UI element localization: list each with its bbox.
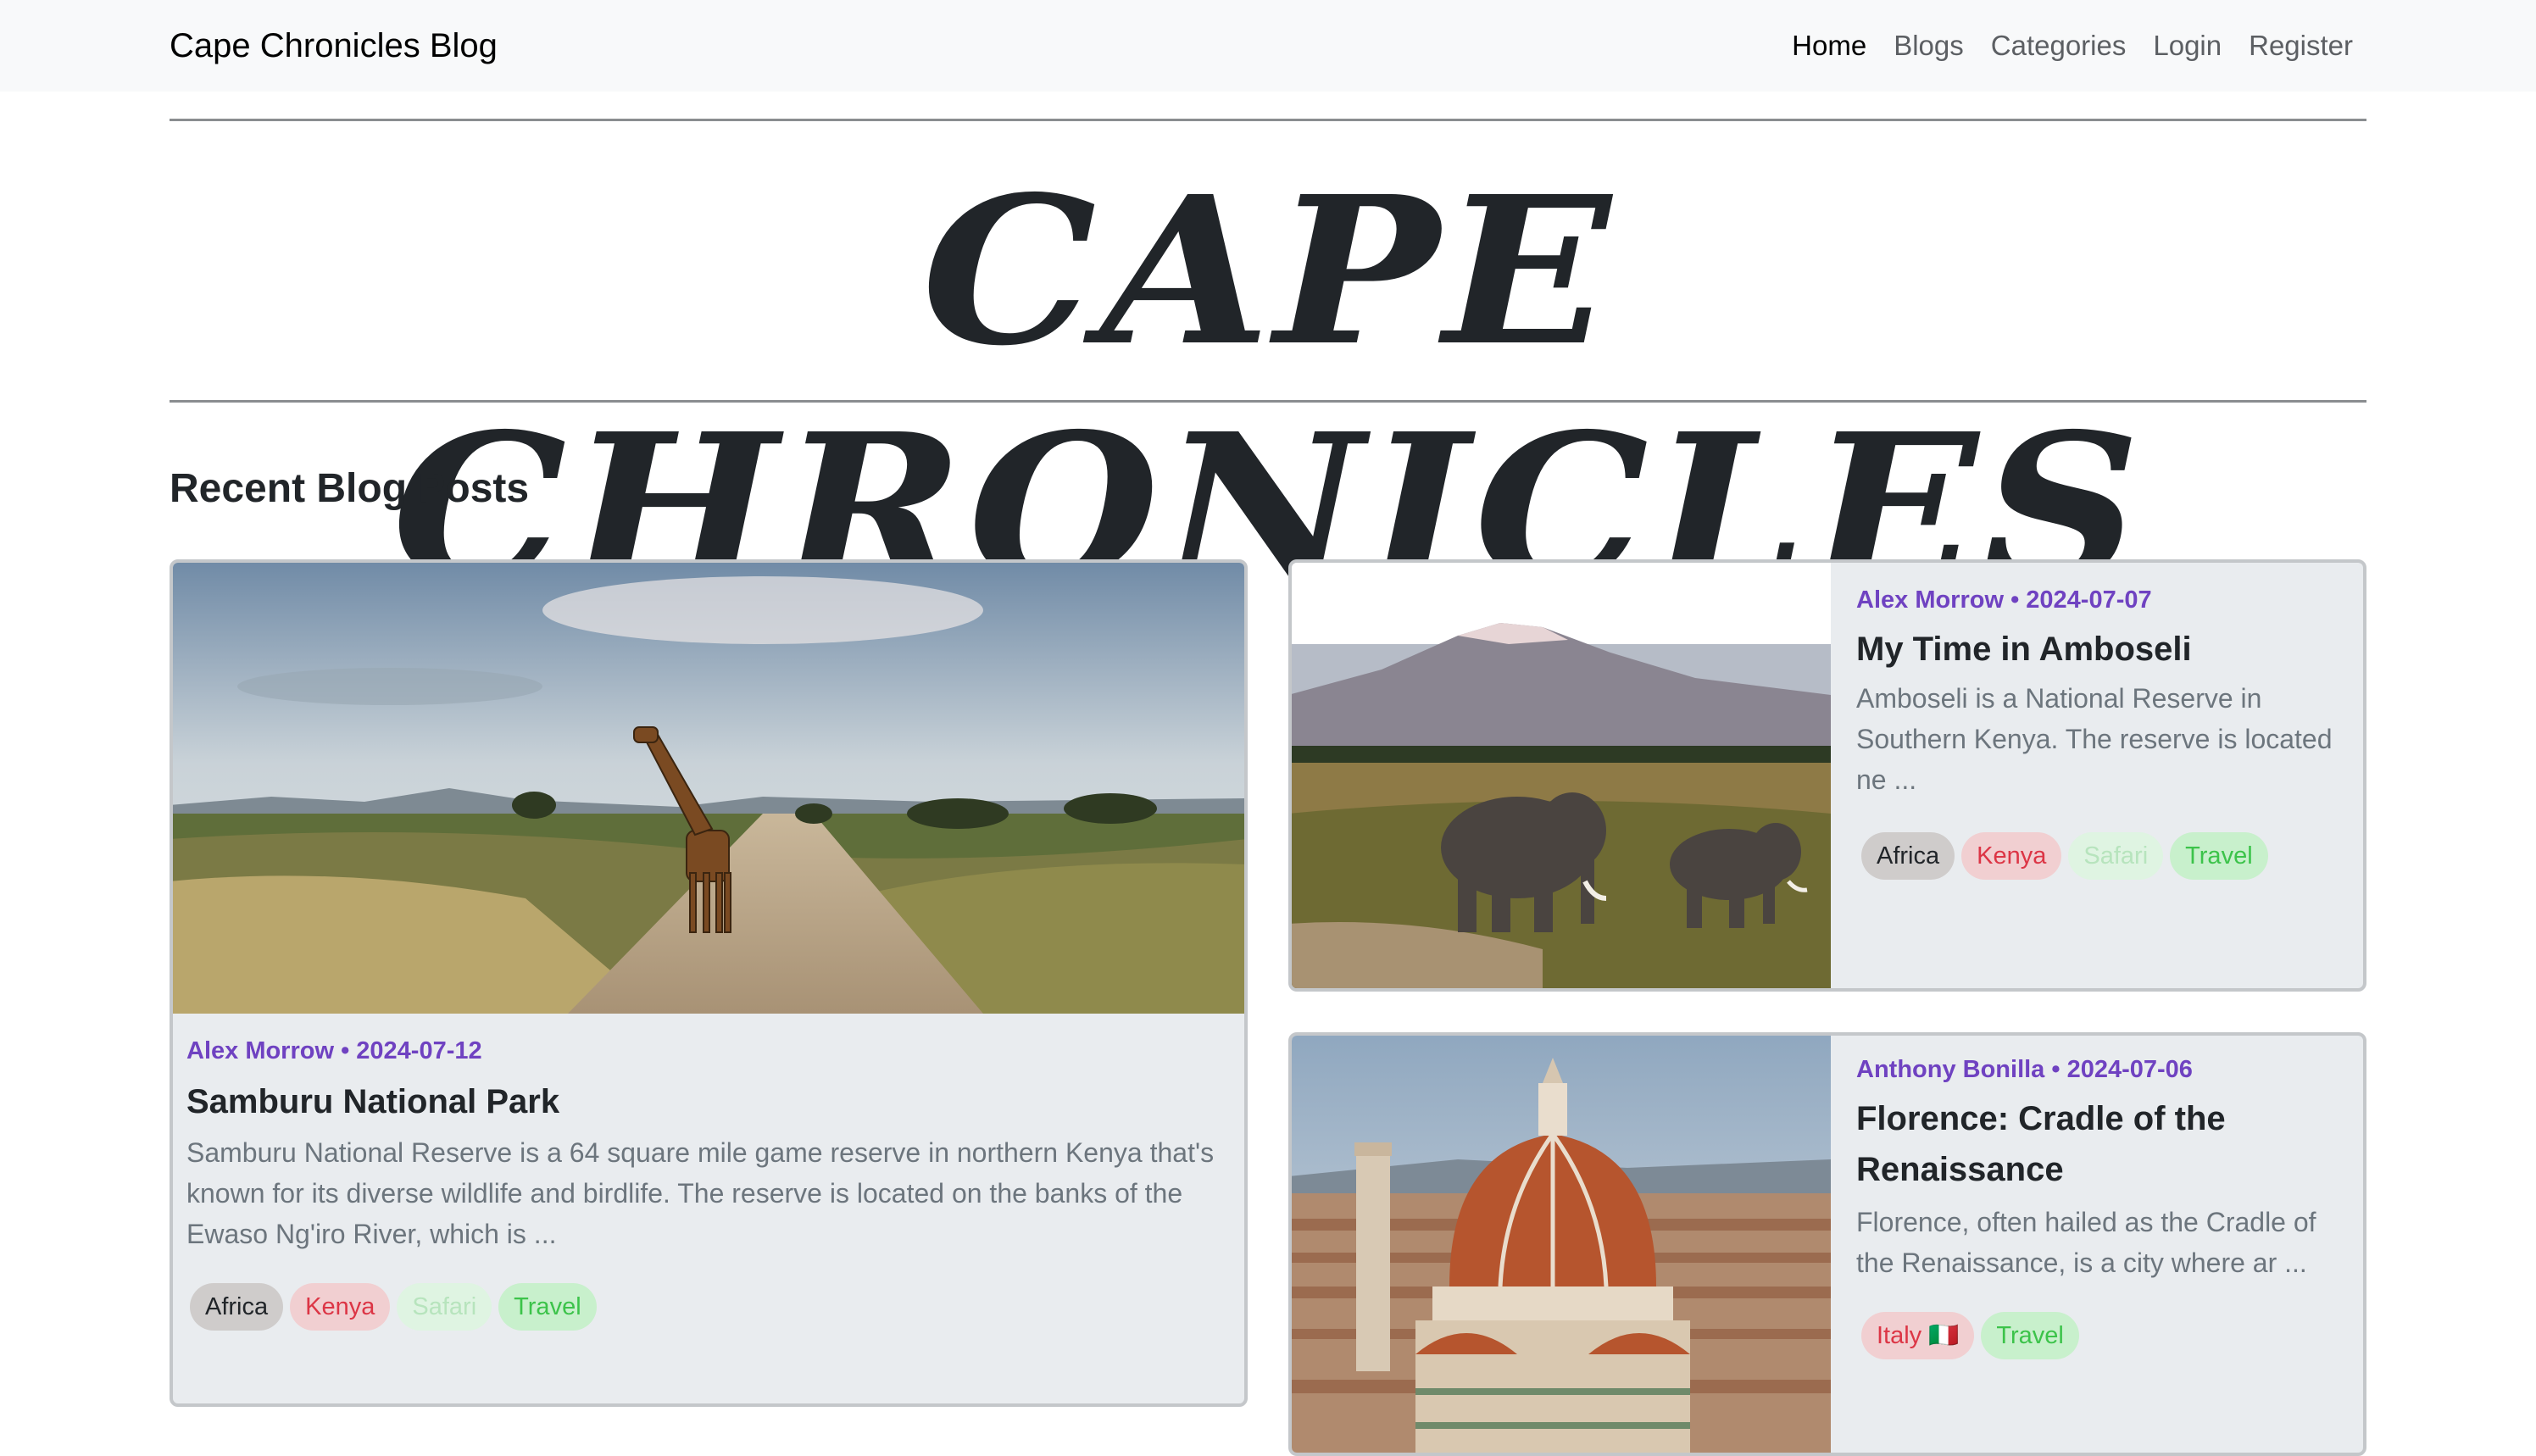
- brand-link[interactable]: Cape Chronicles Blog: [170, 24, 498, 68]
- section-title: Recent Blog Posts: [170, 466, 530, 511]
- tag-safari[interactable]: Safari: [397, 1283, 492, 1331]
- nav-login[interactable]: Login: [2153, 24, 2222, 68]
- tag-kenya[interactable]: Kenya: [290, 1283, 391, 1331]
- tag-italy[interactable]: Italy 🇮🇹: [1861, 1312, 1975, 1359]
- post-meta: Alex Morrow • 2024-07-12: [186, 1037, 482, 1064]
- post-card-florence[interactable]: Anthony Bonilla • 2024-07-06 Florence: C…: [1288, 1032, 2366, 1456]
- nav-links: Home Blogs Categories Login Register: [1792, 24, 2353, 68]
- post-excerpt: Amboseli is a National Reserve in Southe…: [1856, 683, 2333, 795]
- tag-kenya[interactable]: Kenya: [1961, 832, 2062, 880]
- post-image-elephants[interactable]: [1292, 563, 1831, 988]
- masthead-bottom-rule: [170, 400, 2366, 403]
- post-card-samburu[interactable]: Alex Morrow • 2024-07-12 Samburu Nationa…: [170, 559, 1248, 1407]
- post-card-amboseli[interactable]: Alex Morrow • 2024-07-07 My Time in Ambo…: [1288, 559, 2366, 992]
- tag-travel[interactable]: Travel: [2170, 832, 2268, 880]
- post-tags: Italy 🇮🇹 Travel: [1861, 1312, 2079, 1359]
- post-title[interactable]: My Time in Amboseli: [1856, 624, 2192, 675]
- post-excerpt: Florence, often hailed as the Cradle of …: [1856, 1207, 2316, 1278]
- post-image-florence[interactable]: [1292, 1036, 1831, 1453]
- post-tags: Africa Kenya Safari Travel: [1861, 832, 2268, 880]
- navbar: Cape Chronicles Blog Home Blogs Categori…: [0, 0, 2536, 92]
- post-title[interactable]: Florence: Cradle of the Renaissance: [1856, 1093, 2348, 1195]
- tag-africa[interactable]: Africa: [1861, 832, 1955, 880]
- nav-categories[interactable]: Categories: [1991, 24, 2127, 68]
- masthead-title: CAPE CHRONICLES: [392, 152, 2144, 628]
- post-title[interactable]: Samburu National Park: [186, 1076, 559, 1127]
- tag-safari[interactable]: Safari: [2068, 832, 2164, 880]
- tag-travel[interactable]: Travel: [1981, 1312, 2079, 1359]
- masthead-top-rule: [170, 119, 2366, 121]
- tag-travel[interactable]: Travel: [498, 1283, 597, 1331]
- tag-africa[interactable]: Africa: [190, 1283, 284, 1331]
- post-image-giraffe[interactable]: [173, 563, 1244, 1014]
- post-meta: Alex Morrow • 2024-07-07: [1856, 586, 2152, 614]
- nav-blogs[interactable]: Blogs: [1894, 24, 1964, 68]
- post-tags: Africa Kenya Safari Travel: [190, 1283, 597, 1331]
- nav-register[interactable]: Register: [2249, 24, 2353, 68]
- nav-home[interactable]: Home: [1792, 24, 1866, 68]
- post-meta: Anthony Bonilla • 2024-07-06: [1856, 1056, 2193, 1083]
- post-excerpt: Samburu National Reserve is a 64 square …: [186, 1137, 1215, 1249]
